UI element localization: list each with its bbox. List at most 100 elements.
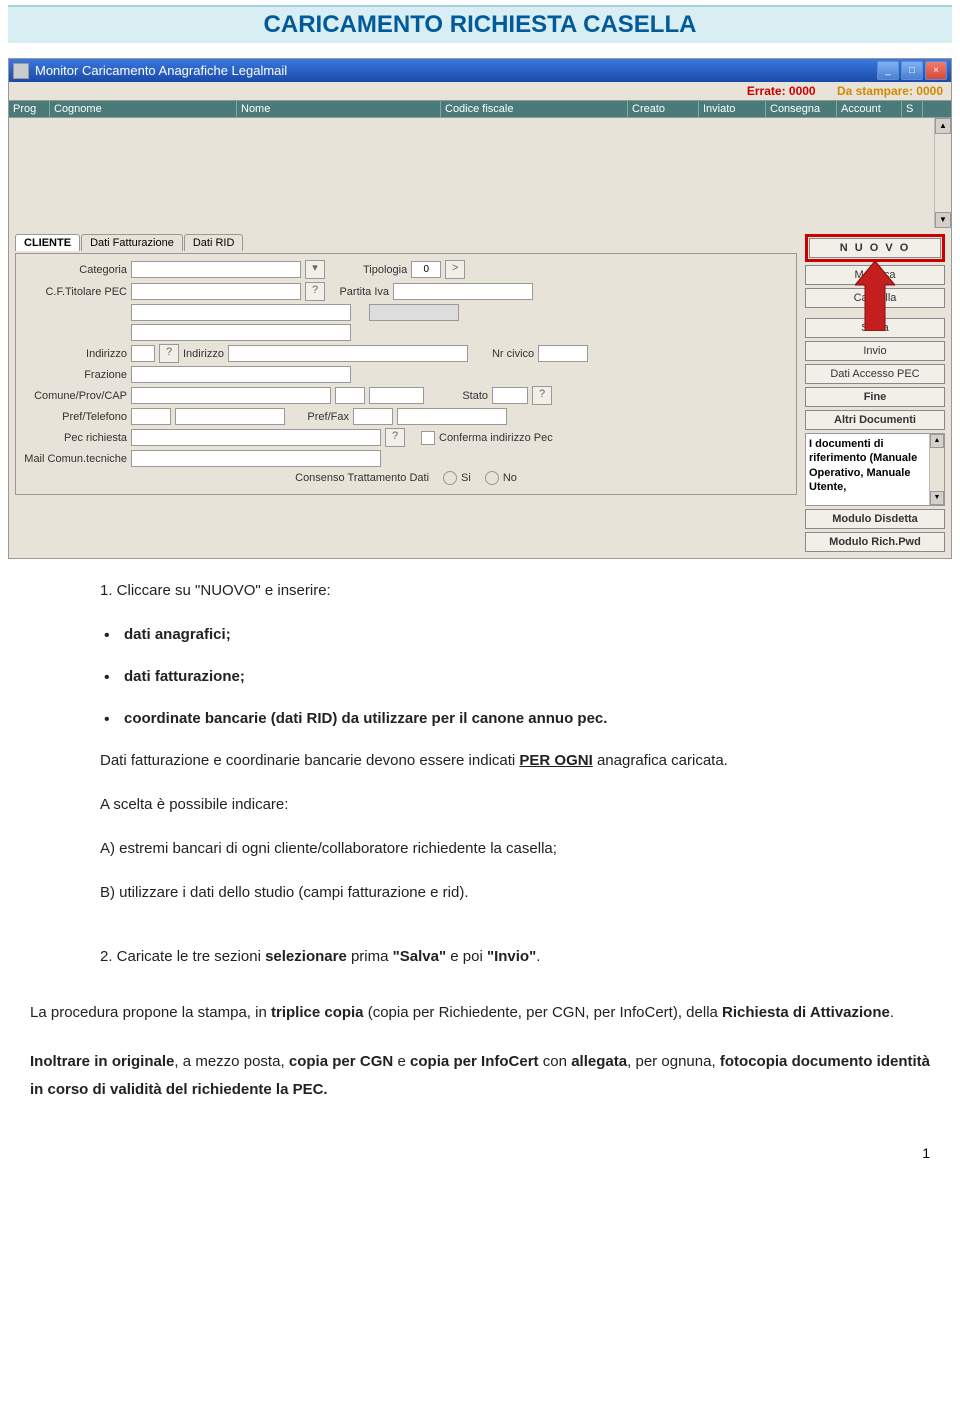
checkbox-conferma-pec[interactable] (421, 431, 435, 445)
label-stato: Stato (428, 390, 488, 402)
radio-no[interactable] (485, 471, 499, 485)
col-codice-fiscale[interactable]: Codice fiscale (441, 101, 628, 117)
tab-fatturazione[interactable]: Dati Fatturazione (81, 234, 183, 251)
input-comune[interactable] (131, 387, 331, 404)
nuovo-highlight: N U O V O (805, 234, 945, 262)
col-cognome[interactable]: Cognome (50, 101, 237, 117)
doc-scroll-up-icon[interactable]: ▲ (930, 434, 944, 448)
grid-scrollbar[interactable]: ▲ ▼ (934, 118, 951, 228)
input-cap[interactable] (369, 387, 424, 404)
help-cf-icon[interactable]: ? (305, 282, 325, 301)
input-cf-titolare[interactable] (131, 283, 301, 300)
input-mail-tec[interactable] (131, 450, 381, 467)
doc-content: 1. Cliccare su "NUOVO" e inserire: dati … (0, 559, 960, 999)
label-indirizzo: Indirizzo (183, 348, 224, 360)
scroll-up-icon[interactable]: ▲ (935, 118, 951, 134)
documenti-text: I documenti di riferimento (Manuale Oper… (809, 438, 917, 493)
label-pref-tel: Pref/Telefono (22, 411, 127, 423)
help-indirizzo-icon[interactable]: ? (159, 344, 179, 363)
p-option-b: B) utilizzare i dati dello studio (campi… (100, 881, 900, 905)
col-inviato[interactable]: Inviato (699, 101, 766, 117)
minimize-button[interactable]: _ (877, 61, 899, 80)
input-frazione[interactable] (131, 366, 351, 383)
label-frazione: Frazione (22, 369, 127, 381)
window-titlebar: Monitor Caricamento Anagrafiche Legalmai… (9, 59, 951, 82)
fine-button[interactable]: Fine (805, 387, 945, 407)
dati-accesso-pec-button[interactable]: Dati Accesso PEC (805, 364, 945, 384)
input-nome1[interactable] (131, 304, 351, 321)
step-2: 2. Caricate le tre sezioni selezionare p… (100, 945, 900, 969)
input-prov[interactable] (335, 387, 365, 404)
p-inoltrare: Inoltrare in originale, a mezzo posta, c… (30, 1048, 930, 1105)
bullet-3: coordinate bancarie (dati RID) da utiliz… (124, 710, 607, 727)
nuovo-button[interactable]: N U O V O (809, 238, 941, 258)
grid-header: Prog Cognome Nome Codice fiscale Creato … (9, 100, 951, 118)
altri-documenti-button[interactable]: Altri Documenti (805, 410, 945, 430)
red-arrow-icon (855, 261, 895, 321)
label-nr-civico: Nr civico (492, 348, 534, 360)
lookup-tipologia-icon[interactable]: > (445, 260, 465, 279)
label-no: No (503, 472, 517, 484)
step-1: 1. Cliccare su "NUOVO" e inserire: (100, 579, 900, 603)
input-indirizzo-code[interactable] (131, 345, 155, 362)
label-consenso: Consenso Trattamento Dati (295, 472, 429, 484)
input-piva[interactable] (393, 283, 533, 300)
doc-content-wide: La procedura propone la stampa, in tripl… (0, 999, 960, 1135)
col-creato[interactable]: Creato (628, 101, 699, 117)
form-cliente: Categoria ▾ Tipologia 0 > C.F.Titolare P… (15, 253, 797, 495)
label-tipologia: Tipologia (363, 264, 407, 276)
col-prog[interactable]: Prog (9, 101, 50, 117)
input-grey (369, 304, 459, 321)
status-strip: Errate: 0000 Da stampare: 0000 (9, 82, 951, 100)
form-panel: CLIENTE Dati Fatturazione Dati RID Categ… (9, 228, 951, 558)
label-piva: Partita Iva (329, 286, 389, 298)
status-da-stampare: Da stampare: 0000 (837, 84, 943, 98)
close-button[interactable]: × (925, 61, 947, 80)
label-comune: Comune/Prov/CAP (22, 390, 127, 402)
input-stato[interactable] (492, 387, 528, 404)
col-nome[interactable]: Nome (237, 101, 441, 117)
app-icon (13, 63, 29, 79)
page-title-bar: CARICAMENTO RICHIESTA CASELLA (8, 5, 952, 43)
documenti-panel[interactable]: I documenti di riferimento (Manuale Oper… (805, 433, 945, 506)
input-pec-richiesta[interactable] (131, 429, 381, 446)
invio-button[interactable]: Invio (805, 341, 945, 361)
input-pref[interactable] (131, 408, 171, 425)
dropdown-categoria-icon[interactable]: ▾ (305, 260, 325, 279)
tab-cliente[interactable]: CLIENTE (15, 234, 80, 251)
input-fax[interactable] (397, 408, 507, 425)
label-pref-fax: Pref/Fax (289, 411, 349, 423)
help-pec-icon[interactable]: ? (385, 428, 405, 447)
p-stampa: La procedura propone la stampa, in tripl… (30, 999, 930, 1028)
scroll-down-icon[interactable]: ▼ (935, 212, 951, 228)
label-si: Si (461, 472, 471, 484)
p-option-a: A) estremi bancari di ogni cliente/colla… (100, 837, 900, 861)
bullet-1: dati anagrafici; (124, 626, 231, 643)
input-tipologia[interactable]: 0 (411, 261, 441, 278)
docpanel-scrollbar[interactable]: ▲ ▼ (929, 434, 944, 505)
label-categoria: Categoria (22, 264, 127, 276)
col-s[interactable]: S (902, 101, 923, 117)
input-pref-fax[interactable] (353, 408, 393, 425)
input-categoria[interactable] (131, 261, 301, 278)
p-fatturazione: Dati fatturazione e coordinarie bancarie… (100, 749, 900, 773)
input-tel[interactable] (175, 408, 285, 425)
help-stato-icon[interactable]: ? (532, 386, 552, 405)
label-indirizzo-short: Indirizzo (22, 348, 127, 360)
modulo-disdetta-button[interactable]: Modulo Disdetta (805, 509, 945, 529)
app-window: Monitor Caricamento Anagrafiche Legalmai… (8, 58, 952, 559)
page-title: CARICAMENTO RICHIESTA CASELLA (8, 11, 952, 39)
p-scelta: A scelta è possibile indicare: (100, 793, 900, 817)
grid-body[interactable]: ▲ ▼ (9, 118, 951, 228)
radio-si[interactable] (443, 471, 457, 485)
input-nome2[interactable] (131, 324, 351, 341)
col-account[interactable]: Account (837, 101, 902, 117)
input-indirizzo[interactable] (228, 345, 468, 362)
tab-rid[interactable]: Dati RID (184, 234, 244, 251)
window-title: Monitor Caricamento Anagrafiche Legalmai… (35, 63, 287, 78)
input-nr-civico[interactable] (538, 345, 588, 362)
col-consegna[interactable]: Consegna (766, 101, 837, 117)
modulo-rich-pwd-button[interactable]: Modulo Rich.Pwd (805, 532, 945, 552)
maximize-button[interactable]: □ (901, 61, 923, 80)
doc-scroll-down-icon[interactable]: ▼ (930, 491, 944, 505)
